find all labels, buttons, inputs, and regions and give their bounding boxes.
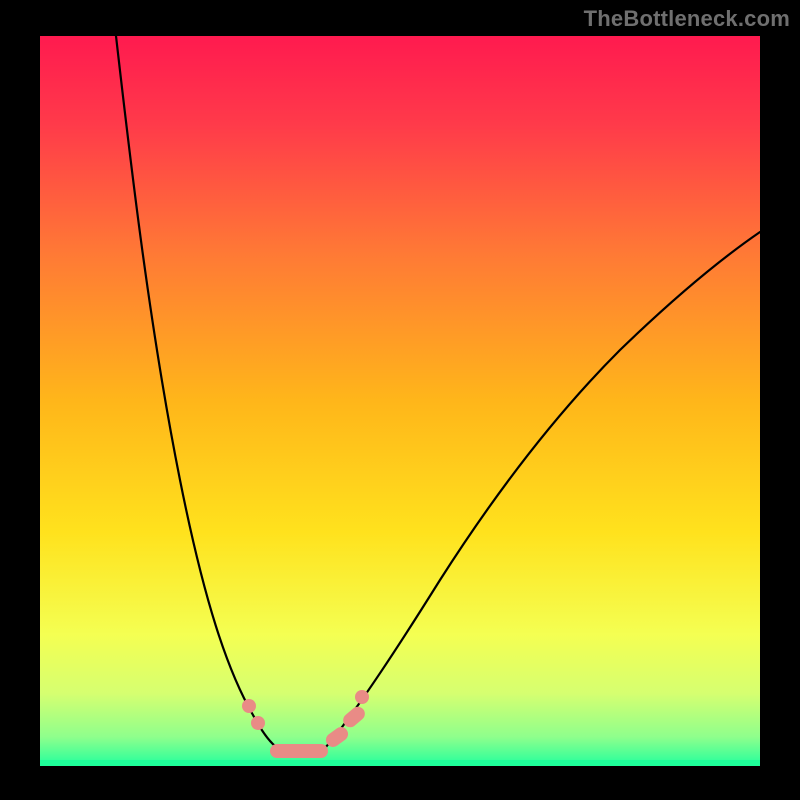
bottom-green-bar	[40, 760, 760, 766]
marker-capsule	[270, 744, 328, 758]
chart-container: TheBottleneck.com	[0, 0, 800, 800]
marker-dot	[355, 690, 369, 704]
marker-dot	[251, 716, 265, 730]
watermark-text: TheBottleneck.com	[584, 6, 790, 32]
marker-dot	[242, 699, 256, 713]
plot-background-gradient	[40, 36, 760, 766]
bottleneck-curve-plot	[0, 0, 800, 800]
